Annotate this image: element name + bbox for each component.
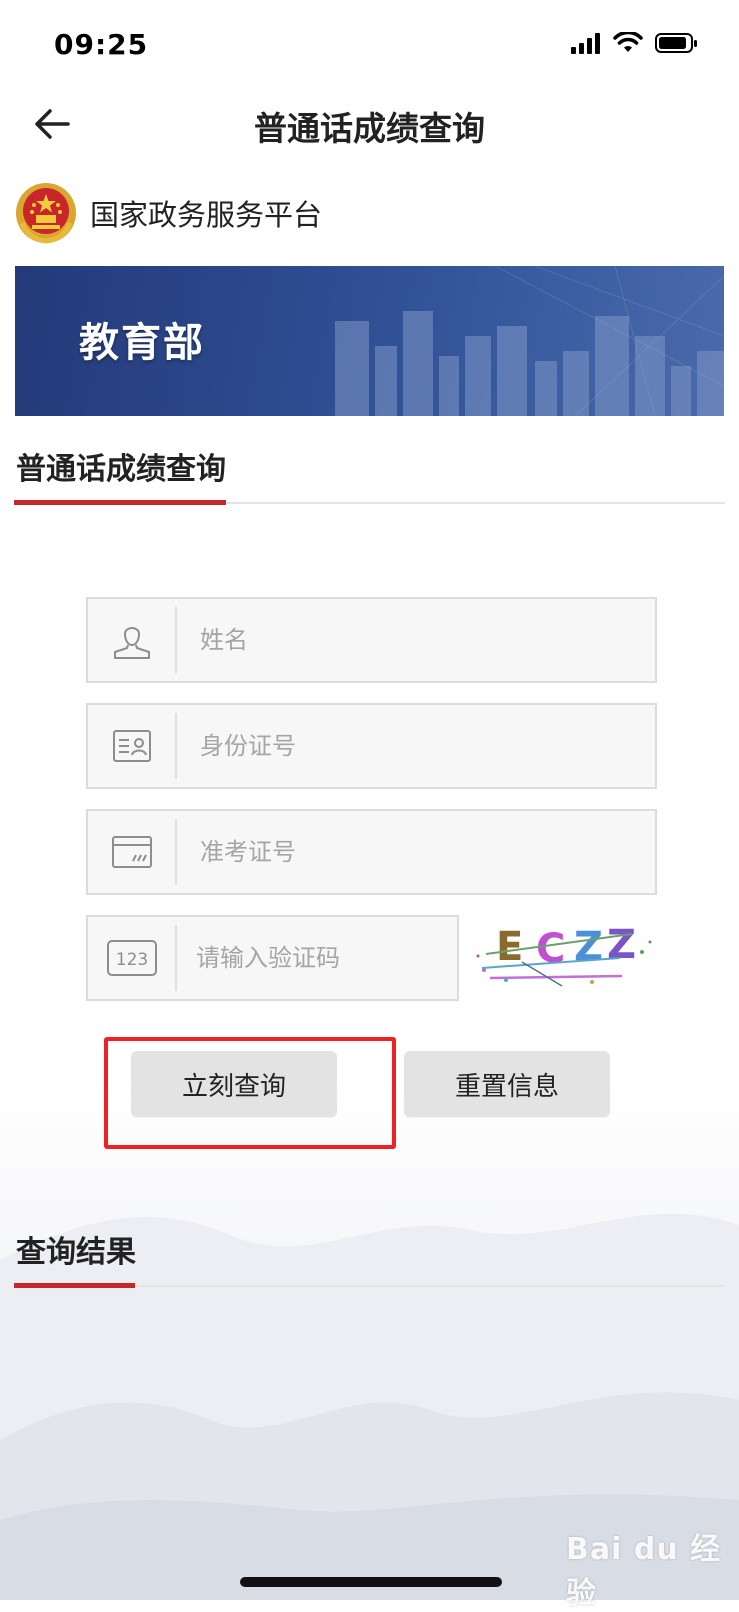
reset-info-button[interactable]: 重置信息 xyxy=(404,1051,610,1117)
signal-icon xyxy=(571,33,600,54)
exam-number-input[interactable] xyxy=(200,811,640,893)
query-section-underline xyxy=(14,500,226,505)
id-number-input[interactable] xyxy=(200,705,640,787)
status-time: 09:25 xyxy=(54,28,149,61)
admission-card-icon xyxy=(111,836,152,868)
nav-bar: 普通话成绩查询 xyxy=(0,90,739,160)
battery-icon xyxy=(655,33,697,53)
exam-number-field[interactable] xyxy=(86,809,657,895)
highlight-annotation-box xyxy=(104,1037,396,1149)
svg-text:123: 123 xyxy=(115,950,147,970)
query-section-header: 普通话成绩查询 xyxy=(14,430,725,505)
number-code-icon: 123 xyxy=(106,940,157,976)
captcha-field[interactable]: 123 xyxy=(86,915,459,1001)
captcha-char: E xyxy=(496,924,523,970)
captcha-char: Z xyxy=(574,924,603,970)
id-card-icon xyxy=(112,730,151,762)
id-number-field[interactable] xyxy=(86,703,657,789)
page-title: 普通话成绩查询 xyxy=(254,109,485,148)
captcha-char: Z xyxy=(607,922,636,968)
platform-header: 国家政务服务平台 xyxy=(14,178,322,248)
banner: 教育部 xyxy=(15,266,724,416)
captcha-char: C xyxy=(536,926,565,972)
query-section-title: 普通话成绩查询 xyxy=(16,452,226,487)
national-emblem-icon xyxy=(16,183,76,244)
name-field[interactable] xyxy=(86,597,657,683)
result-section-header: 查询结果 xyxy=(14,1213,725,1288)
baidu-watermark: Bai du 经验 xyxy=(566,1532,722,1611)
home-indicator[interactable] xyxy=(240,1577,502,1587)
result-section-underline xyxy=(14,1283,135,1288)
user-icon xyxy=(113,627,150,659)
platform-name: 国家政务服务平台 xyxy=(90,198,323,232)
result-section-title: 查询结果 xyxy=(16,1235,136,1270)
captcha-image[interactable]: E C Z Z xyxy=(472,912,662,992)
banner-title: 教育部 xyxy=(79,320,205,366)
captcha-input[interactable] xyxy=(196,917,446,999)
name-input[interactable] xyxy=(200,599,640,681)
wifi-icon xyxy=(613,32,643,52)
status-bar: 09:25 xyxy=(0,0,739,90)
